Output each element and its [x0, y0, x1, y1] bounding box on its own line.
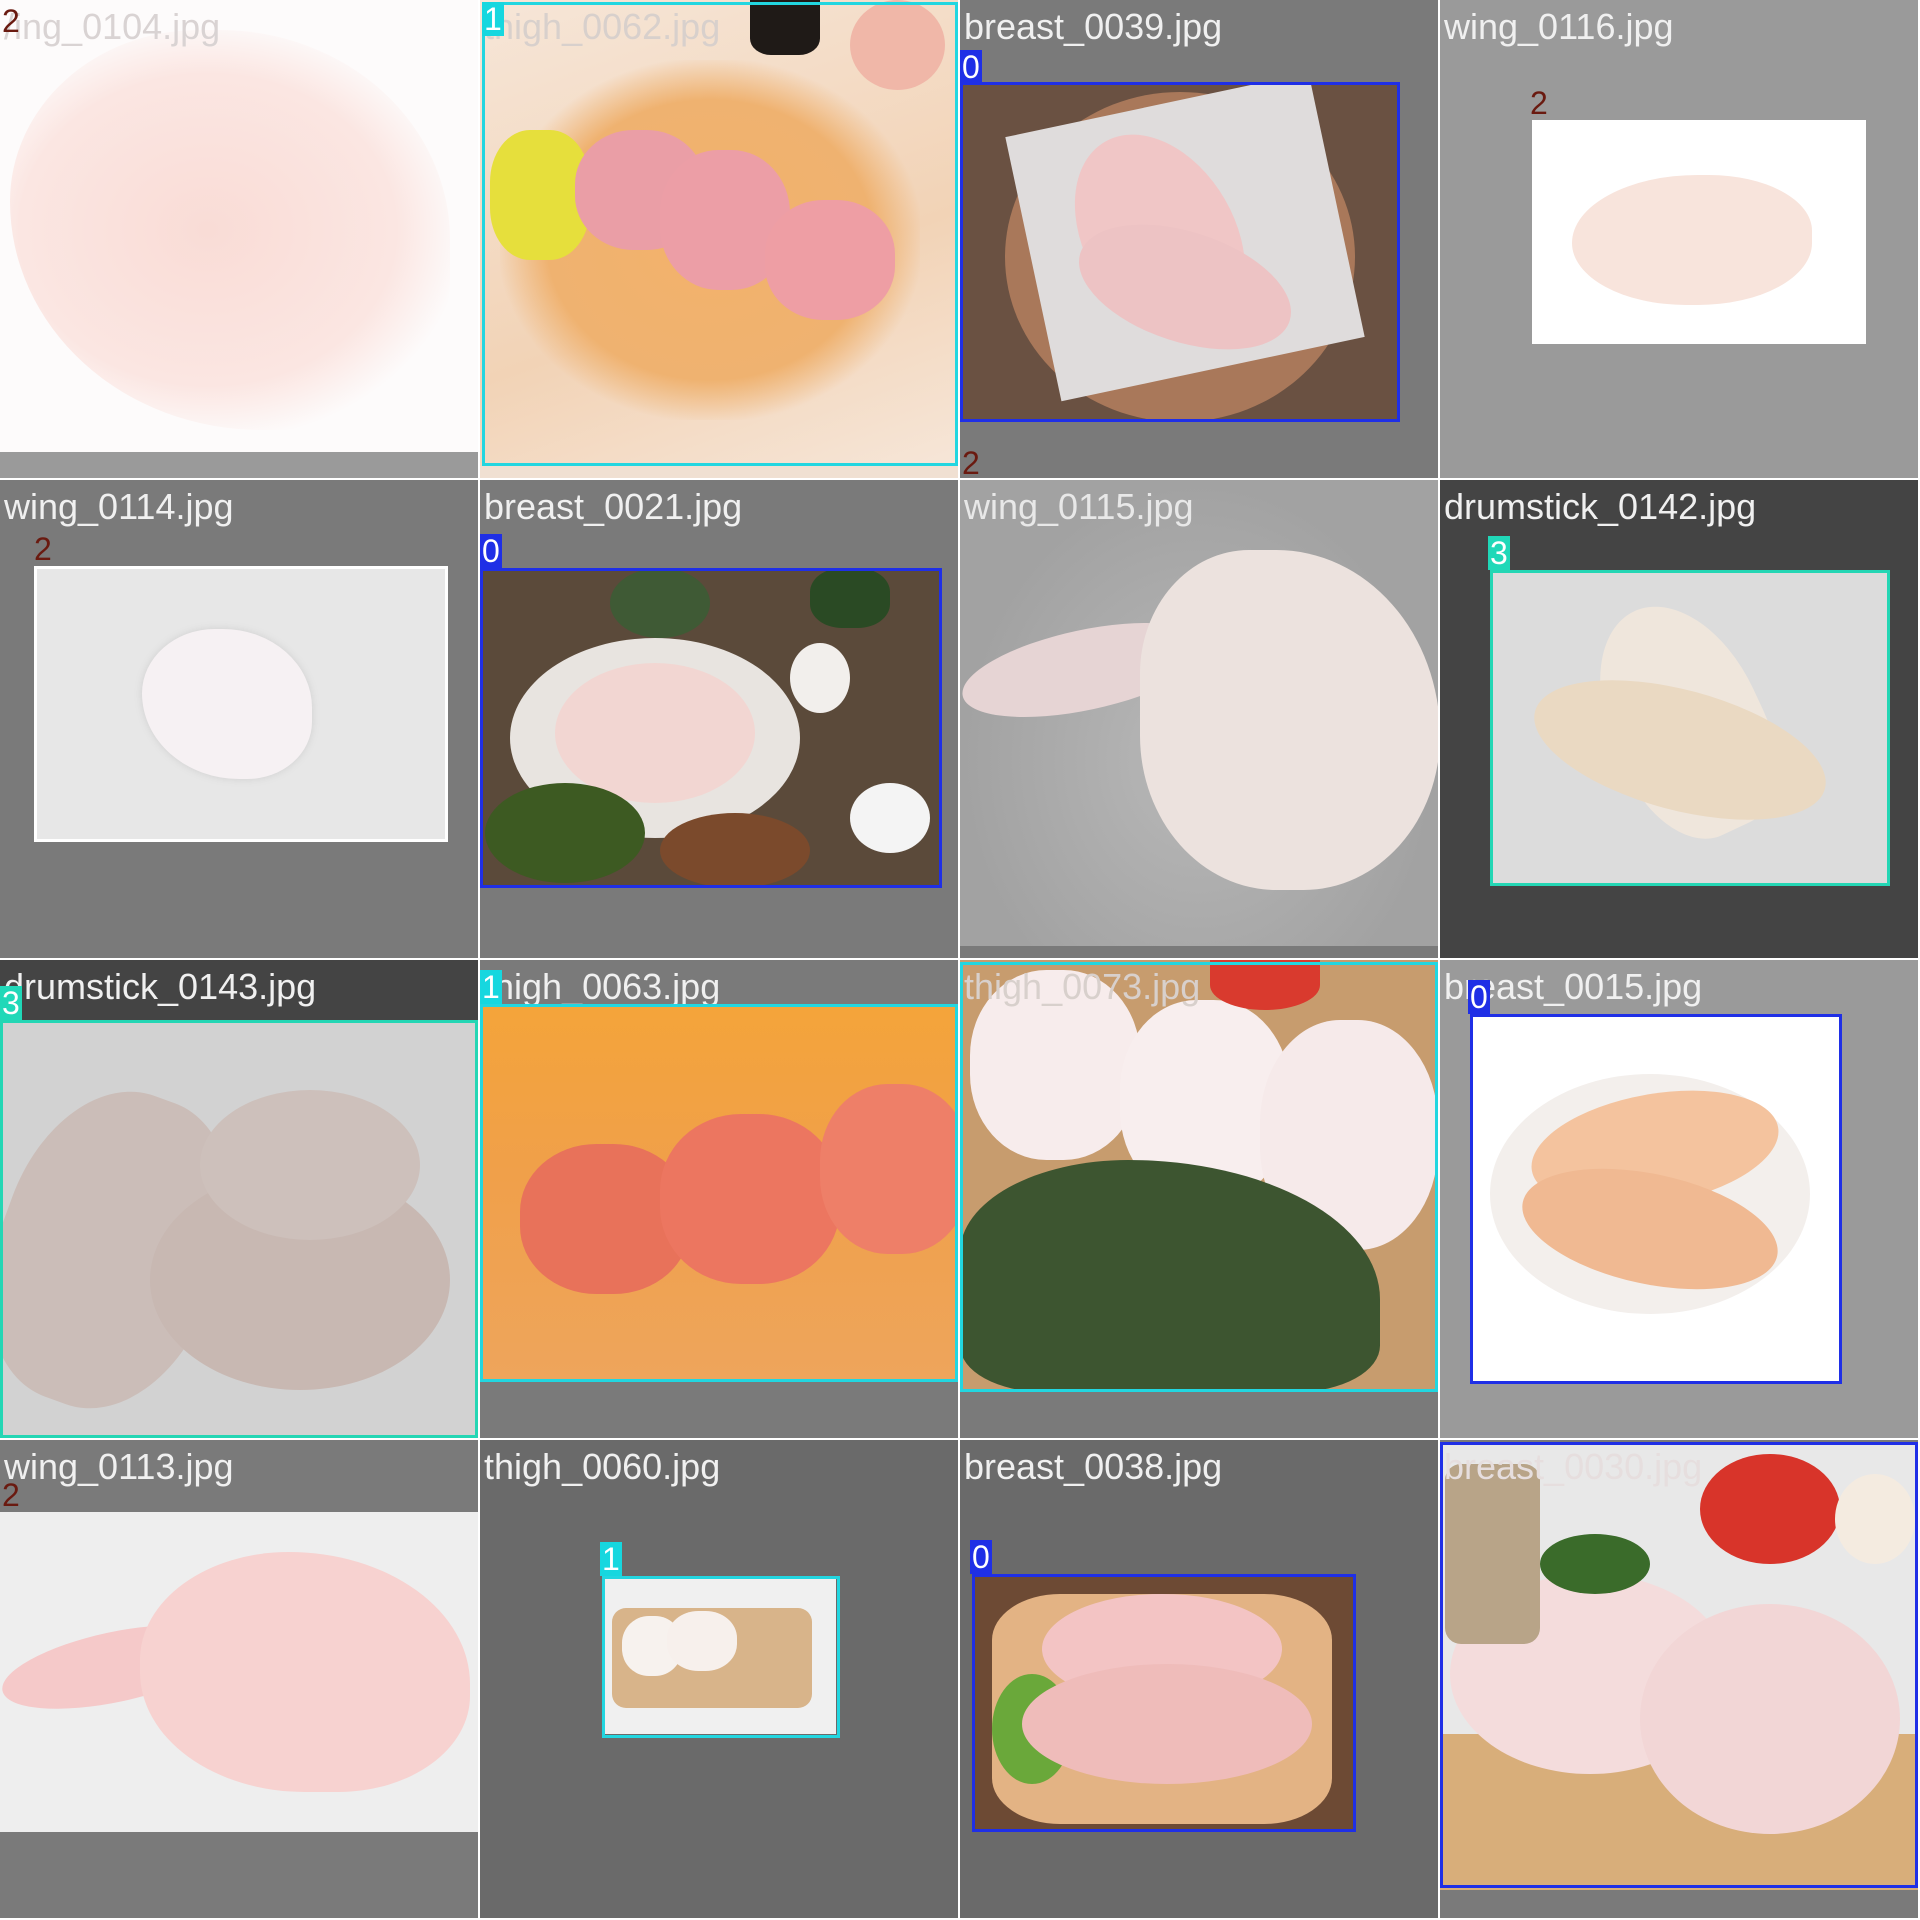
- image-mosaic: /ing_0104.jpg 2 thigh_0062.jpg 1 breast_…: [0, 0, 1920, 1920]
- filename-label: wing_0116.jpg: [1444, 6, 1674, 47]
- tile-wing-0114: wing_0114.jpg 2: [0, 480, 478, 958]
- chicken-wing-shape: [10, 30, 450, 430]
- tile-thigh-0060: thigh_0060.jpg 1: [480, 1440, 958, 1918]
- filename-label: drumstick_0142.jpg: [1444, 486, 1757, 527]
- class-label-1: 1: [482, 1, 504, 37]
- tile-breast-0030: breast_0030.jpg 0: [1440, 1440, 1918, 1918]
- chicken-wing-shape: [140, 1552, 470, 1792]
- class-label-2: 2: [34, 531, 52, 567]
- filename-label: thigh_0060.jpg: [484, 1446, 721, 1487]
- photo-wing-0114: [34, 566, 448, 842]
- chicken-wing-shape: [1140, 550, 1438, 890]
- tile-thigh-0063: thigh_0063.jpg 1: [480, 960, 958, 1438]
- bounding-box-breast: [1440, 1442, 1918, 1888]
- filename-label: breast_0039.jpg: [964, 6, 1223, 47]
- bounding-box-breast: [972, 1574, 1356, 1832]
- tile-wing-0116: wing_0116.jpg 2: [1440, 0, 1918, 478]
- class-label-0: 0: [960, 49, 982, 85]
- photo-wing-0115: [960, 480, 1438, 946]
- filename-label: drumstick_0143.jpg: [4, 966, 317, 1007]
- class-label-0: 0: [970, 1539, 992, 1575]
- tile-wing-0104: /ing_0104.jpg 2: [0, 0, 478, 478]
- filename-label: breast_0021.jpg: [484, 486, 743, 527]
- bounding-box-thigh: [482, 2, 958, 466]
- chicken-wing-shape: [142, 629, 312, 779]
- tile-breast-0015: breast_0015.jpg 0: [1440, 960, 1918, 1438]
- class-label-0: 0: [1468, 979, 1490, 1015]
- tile-breast-0021: breast_0021.jpg 0: [480, 480, 958, 958]
- bounding-box-breast: [1470, 1014, 1842, 1384]
- bounding-box-breast: [960, 82, 1400, 422]
- filename-label: thigh_0063.jpg: [484, 966, 721, 1007]
- class-label-1: 1: [480, 969, 502, 1005]
- filename-label: breast_0038.jpg: [964, 1446, 1223, 1487]
- tile-breast-0038: breast_0038.jpg 0: [960, 1440, 1438, 1918]
- bounding-box-drumstick: [0, 1020, 478, 1438]
- filename-label: /ing_0104.jpg: [4, 6, 221, 47]
- class-label-0: 0: [480, 533, 502, 569]
- bounding-box-thigh: [480, 1004, 958, 1382]
- class-label-1: 1: [600, 1541, 622, 1577]
- chicken-wing-shape: [1572, 175, 1812, 305]
- class-label-2: 2: [1530, 85, 1548, 121]
- bounding-box-drumstick: [1490, 570, 1890, 886]
- tile-wing-0115: wing_0115.jpg: [960, 480, 1438, 958]
- tile-thigh-0073: thigh_0073.jpg 1: [960, 960, 1438, 1438]
- filename-label: wing_0113.jpg: [4, 1446, 234, 1487]
- tile-thigh-0062: thigh_0062.jpg 1: [480, 0, 958, 478]
- class-label-2: 2: [962, 445, 980, 478]
- photo-wing-0113: [0, 1512, 478, 1832]
- class-label-3: 3: [0, 985, 22, 1021]
- tile-breast-0039: breast_0039.jpg 0 2: [960, 0, 1438, 478]
- filename-label: wing_0114.jpg: [4, 486, 234, 527]
- bounding-box-thigh: [960, 962, 1438, 1392]
- class-label-2: 2: [2, 1477, 20, 1513]
- photo-wing-0104: [0, 0, 478, 452]
- tile-drumstick-0142: drumstick_0142.jpg 3: [1440, 480, 1918, 958]
- class-label-2: 2: [2, 3, 20, 39]
- tile-drumstick-0143: drumstick_0143.jpg 3: [0, 960, 478, 1438]
- bounding-box-breast: [480, 568, 942, 888]
- class-label-3: 3: [1488, 535, 1510, 571]
- tile-wing-0113: wing_0113.jpg 2: [0, 1440, 478, 1918]
- photo-wing-0116: [1532, 120, 1866, 344]
- bounding-box-thigh: [602, 1576, 840, 1738]
- filename-label: wing_0115.jpg: [964, 486, 1194, 527]
